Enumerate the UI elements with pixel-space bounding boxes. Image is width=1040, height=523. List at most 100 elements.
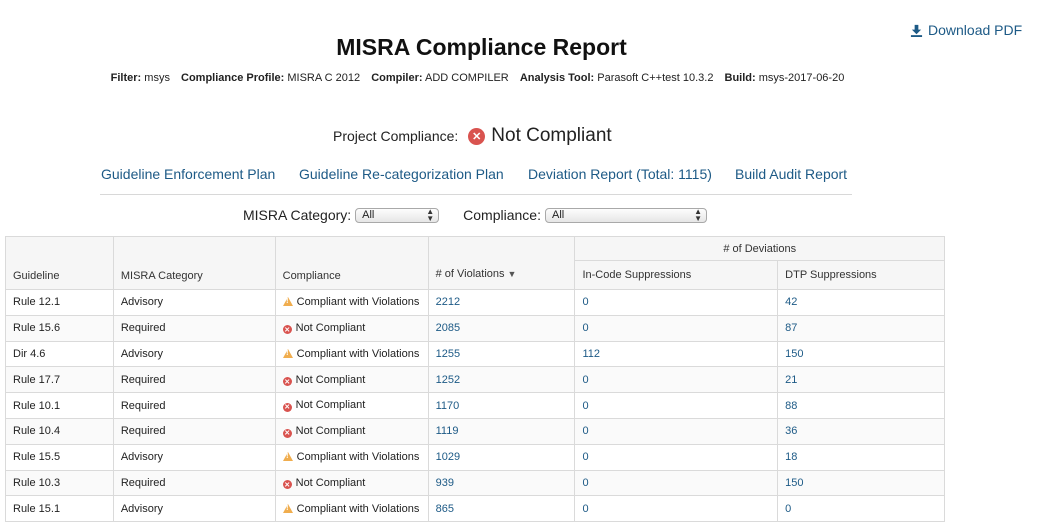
cell-incode: 0 [574, 495, 779, 523]
cell-compliance: Compliant with Violations [274, 289, 429, 316]
cell-incode: 0 [574, 392, 779, 419]
incode-link[interactable]: 0 [582, 400, 588, 412]
error-icon: ✕ [282, 402, 292, 412]
dtp-link[interactable]: 87 [785, 322, 797, 334]
col-violations[interactable]: # of Violations ▼ [427, 236, 576, 290]
cell-violations: 1119 [427, 417, 576, 445]
cell-compliance: ✕ Not Compliant [274, 392, 429, 419]
incode-link[interactable]: 0 [582, 425, 588, 437]
compliance-text: Not Compliant [295, 373, 366, 386]
not-compliant-icon: ✕ [468, 127, 486, 145]
compliance-text: Compliant with Violations [296, 347, 420, 360]
col-category[interactable]: MISRA Category [112, 236, 276, 290]
report-filter-bar: Filter: msys Compliance Profile: MISRA C… [0, 72, 955, 84]
dtp-link[interactable]: 0 [785, 503, 791, 515]
col-violations-label: # of Violations [435, 268, 505, 280]
cell-category: Required [112, 314, 276, 342]
cell-compliance: Compliant with Violations [274, 340, 429, 368]
col-compliance[interactable]: Compliance [274, 236, 429, 290]
incode-link[interactable]: 112 [582, 348, 600, 360]
select-arrows-icon: ▲ ▼ [694, 207, 702, 223]
divider [100, 194, 852, 195]
violations-link[interactable]: 2212 [436, 296, 460, 308]
dtp-link[interactable]: 88 [785, 400, 797, 412]
dtp-link[interactable]: 18 [785, 451, 797, 463]
incode-link[interactable]: 0 [582, 322, 588, 334]
cell-guideline: Rule 10.1 [5, 392, 114, 419]
cell-dtp: 21 [777, 366, 945, 394]
cell-compliance: ✕ Not Compliant [274, 314, 429, 342]
dtp-link[interactable]: 36 [785, 425, 797, 437]
sort-desc-icon: ▼ [507, 269, 517, 279]
incode-link[interactable]: 0 [582, 503, 588, 515]
deviation-report-link[interactable]: Deviation Report (Total: 1115) [528, 166, 712, 182]
cell-category: Advisory [112, 495, 276, 523]
violations-link[interactable]: 2085 [436, 322, 460, 334]
compliance-filter-label: Compliance: [463, 207, 541, 223]
cell-category: Required [112, 366, 276, 394]
col-guideline[interactable]: Guideline [5, 236, 114, 290]
cell-incode: 0 [574, 289, 779, 316]
cell-guideline: Rule 10.3 [5, 469, 114, 497]
incode-link[interactable]: 0 [582, 296, 588, 308]
compliance-text: Not Compliant [295, 321, 366, 334]
project-compliance: Project Compliance: ✕ Not Compliant [333, 125, 612, 147]
cell-category: Advisory [112, 443, 276, 471]
page-title: MISRA Compliance Report [336, 34, 627, 60]
profile-label: Compliance Profile: [181, 72, 285, 84]
compiler-value: ADD COMPILER [425, 72, 509, 84]
incode-link[interactable]: 0 [582, 451, 588, 463]
error-icon: ✕ [282, 428, 292, 438]
cell-violations: 865 [427, 495, 576, 523]
error-icon: ✕ [282, 480, 292, 490]
col-dtp-suppressions[interactable]: DTP Suppressions [777, 260, 945, 290]
violations-link[interactable]: 1170 [436, 400, 460, 412]
cell-violations: 2212 [427, 289, 576, 316]
table-row: Rule 10.4 Required ✕ Not Compliant 1119 0 36 [5, 417, 945, 445]
incode-link[interactable]: 0 [582, 374, 588, 386]
violations-link[interactable]: 1029 [436, 451, 460, 463]
compliance-table: Guideline MISRA Category Compliance # of… [5, 236, 945, 523]
violations-link[interactable]: 1119 [436, 425, 459, 437]
col-incode-suppressions[interactable]: In-Code Suppressions [574, 260, 779, 290]
cell-dtp: 18 [777, 443, 945, 471]
violations-link[interactable]: 865 [436, 503, 454, 515]
table-row: Rule 12.1Advisory Compliant with Violatio… [5, 289, 945, 316]
violations-link[interactable]: 939 [436, 477, 454, 489]
compliance-select[interactable]: All ▲ ▼ [544, 207, 707, 223]
violations-link[interactable]: 1252 [436, 374, 460, 386]
category-select[interactable]: All ▲ ▼ [355, 207, 440, 223]
compliance-text: Not Compliant [295, 399, 366, 412]
cell-guideline: Dir 4.6 [5, 340, 114, 368]
cell-violations: 1029 [427, 443, 576, 471]
cell-incode: 0 [574, 417, 779, 445]
guideline-recategorization-plan-link[interactable]: Guideline Re-categorization Plan [299, 166, 504, 182]
violations-link[interactable]: 1255 [436, 348, 460, 360]
project-compliance-label: Project Compliance: [333, 128, 459, 144]
table-row: Rule 10.1 Required ✕ Not Compliant 1170 0 88 [5, 392, 945, 419]
dtp-link[interactable]: 42 [785, 296, 797, 308]
build-label: Build: [724, 72, 756, 84]
cell-guideline: Rule 12.1 [5, 289, 114, 316]
tool-value: Parasoft C++test 10.3.2 [597, 72, 714, 84]
dtp-link[interactable]: 21 [785, 374, 797, 386]
dtp-link[interactable]: 150 [785, 477, 803, 489]
profile-value: MISRA C 2012 [287, 72, 361, 84]
filter-label: Filter: [110, 72, 142, 84]
col-group-deviations: # of Deviations [574, 236, 945, 261]
dtp-link[interactable]: 150 [785, 348, 803, 360]
incode-link[interactable]: 0 [582, 477, 588, 489]
category-select-value: All [362, 209, 375, 221]
category-filter-label: MISRA Category: [243, 207, 352, 223]
table-row: Rule 17.7 Required ✕ Not Compliant 1252 0 21 [5, 366, 945, 394]
cell-incode: 0 [574, 469, 779, 497]
cell-guideline: Rule 17.7 [5, 366, 114, 394]
warning-icon [282, 297, 293, 307]
table-row: Rule 15.6 Required ✕ Not Compliant 2085 0 87 [5, 314, 945, 342]
table-row: Dir 4.6Advisory Compliant with Violations… [5, 340, 945, 368]
guideline-enforcement-plan-link[interactable]: Guideline Enforcement Plan [101, 166, 275, 182]
build-audit-report-link[interactable]: Build Audit Report [735, 166, 847, 182]
cell-violations: 939 [427, 469, 576, 497]
compliance-select-value: All [551, 209, 565, 221]
cell-incode: 0 [574, 443, 779, 471]
